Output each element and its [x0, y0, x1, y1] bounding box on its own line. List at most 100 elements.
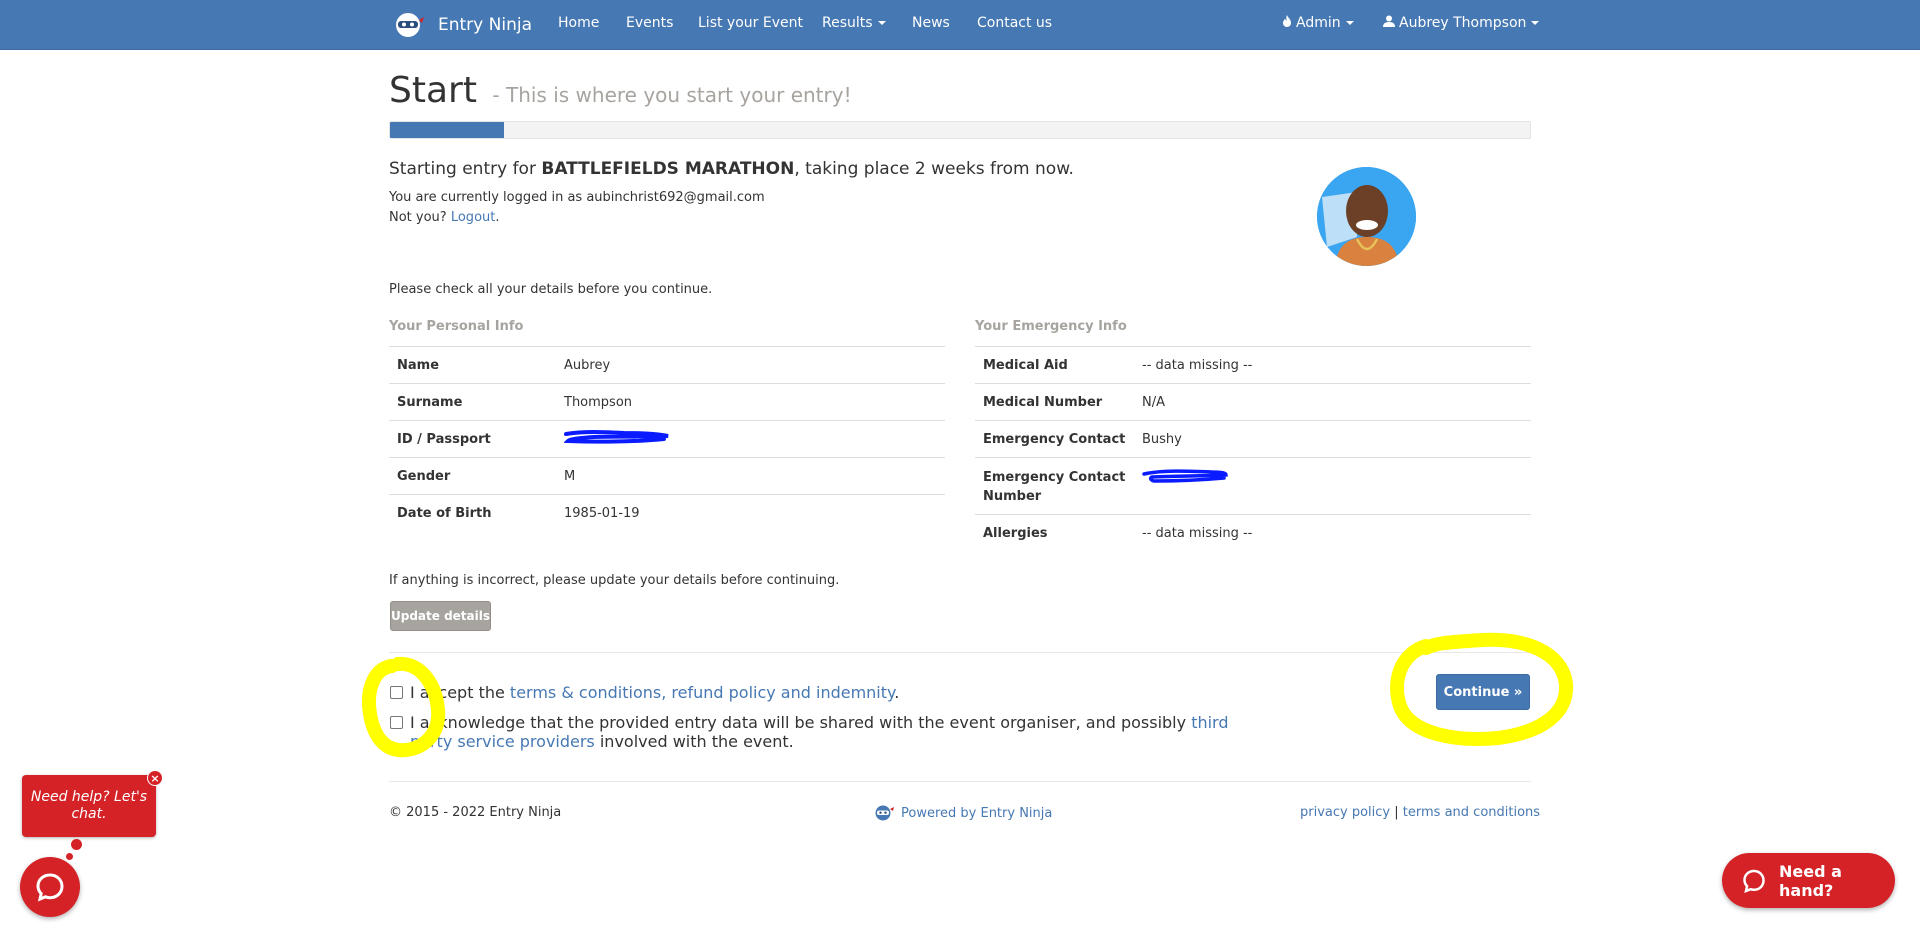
bubble-tail-dot — [71, 839, 82, 850]
ack-suffix: involved with the event. — [599, 732, 794, 751]
row-value: N/A — [1142, 394, 1165, 410]
row-label: Medical Number — [983, 394, 1103, 410]
update-note: If anything is incorrect, please update … — [389, 573, 840, 588]
avatar — [1317, 167, 1416, 266]
navbar: Entry Ninja Home Events List your Event … — [0, 0, 1920, 50]
personal-info-heading: Your Personal Info — [389, 319, 524, 334]
redaction-scribble — [563, 430, 670, 444]
table-row: Name Aubrey — [389, 347, 945, 384]
intro-text: Starting entry for BATTLEFIELDS MARATHON… — [389, 159, 1074, 179]
admin-label: Admin — [1296, 15, 1341, 31]
nav-results-label: Results — [822, 15, 873, 31]
personal-info-table: Name Aubrey Surname Thompson ID / Passpo… — [389, 346, 945, 532]
copyright: © 2015 - 2022 Entry Ninja — [389, 805, 562, 820]
need-a-hand-button[interactable]: Need a hand? — [1722, 853, 1895, 908]
table-row: Allergies -- data missing -- — [975, 515, 1531, 552]
row-value: Aubrey — [564, 357, 611, 373]
chat-icon — [1742, 869, 1766, 893]
chat-launcher-button[interactable] — [20, 857, 80, 917]
navbar-inner: Entry Ninja Home Events List your Event … — [389, 0, 1540, 50]
row-label: Date of Birth — [397, 506, 492, 521]
row-value: Bushy — [1142, 431, 1182, 447]
third-party-link[interactable]: third — [1191, 713, 1228, 732]
close-icon[interactable]: × — [147, 770, 163, 786]
ack-prefix: I acknowledge that the provided entry da… — [410, 713, 1187, 732]
footer-separator: | — [1394, 805, 1399, 820]
logout-period: . — [495, 210, 500, 225]
progress-track — [389, 121, 1531, 139]
table-row: Date of Birth 1985-01-19 — [389, 495, 945, 532]
accept-terms-text: I accept the terms & conditions, refund … — [410, 683, 899, 702]
acknowledge-checkbox[interactable] — [390, 716, 403, 729]
nav-contact-us[interactable]: Contact us — [977, 15, 1052, 31]
table-row: Emergency Contact Number — [975, 458, 1531, 515]
accept-suffix: . — [894, 683, 900, 702]
privacy-policy-link[interactable]: privacy policy — [1300, 805, 1390, 820]
terms-conditions-link[interactable]: terms and conditions — [1403, 805, 1540, 820]
progress-bar — [390, 122, 504, 138]
logged-in-text: You are currently logged in as aubinchri… — [389, 190, 765, 205]
chat-prompt-bubble[interactable]: Need help? Let's chat. — [22, 775, 156, 837]
event-name: BATTLEFIELDS MARATHON — [541, 159, 795, 179]
chat-icon — [36, 873, 64, 902]
row-value: -- data missing -- — [1142, 526, 1253, 541]
logout-link[interactable]: Logout — [451, 210, 496, 225]
user-label: Aubrey Thompson — [1399, 15, 1527, 31]
row-label: Emergency Contact Number — [983, 470, 1126, 504]
page-title-text: Start — [389, 70, 477, 111]
powered-by[interactable]: Powered by Entry Ninja — [875, 805, 1052, 821]
footer-divider — [389, 781, 1531, 782]
table-row: Surname Thompson — [389, 384, 945, 421]
acknowledge-text: I acknowledge that the provided entry da… — [410, 713, 1229, 751]
redaction-scribble — [1142, 468, 1228, 483]
user-icon — [1383, 15, 1395, 31]
row-label: Emergency Contact — [983, 431, 1126, 447]
accept-terms-checkbox[interactable] — [390, 686, 403, 699]
powered-by-link[interactable]: Powered by Entry Ninja — [901, 806, 1052, 821]
row-value — [1142, 468, 1228, 488]
nav-news[interactable]: News — [912, 15, 950, 31]
nav-events[interactable]: Events — [626, 15, 673, 31]
divider — [389, 652, 1531, 653]
not-you-line: Not you? Logout. — [389, 210, 500, 225]
brand-link[interactable]: Entry Ninja — [395, 12, 532, 38]
row-label: Gender — [397, 468, 451, 484]
emergency-info-table: Medical Aid -- data missing -- Medical N… — [975, 346, 1531, 552]
continue-button[interactable]: Continue » — [1436, 674, 1530, 710]
table-row: ID / Passport — [389, 421, 945, 458]
brand-name: Entry Ninja — [438, 15, 532, 35]
chevron-down-icon — [1345, 21, 1354, 25]
nav-results[interactable]: Results — [822, 15, 886, 31]
nav-list-your-event[interactable]: List your Event — [698, 15, 803, 31]
table-row: Medical Number N/A — [975, 384, 1531, 421]
row-value: 1985-01-19 — [564, 506, 640, 521]
need-a-hand-label: Need a hand? — [1779, 861, 1842, 900]
row-label: ID / Passport — [397, 431, 491, 447]
chevron-down-icon — [1531, 21, 1540, 25]
user-menu[interactable]: Aubrey Thompson — [1383, 15, 1540, 31]
table-row: Medical Aid -- data missing -- — [975, 347, 1531, 384]
row-value: M — [564, 468, 576, 484]
ninja-logo-icon — [395, 12, 425, 38]
row-label: Name — [397, 357, 440, 373]
page-subtitle: - This is where you start your entry! — [492, 83, 852, 107]
table-row: Gender M — [389, 458, 945, 495]
update-details-button[interactable]: Update details — [390, 601, 491, 631]
fire-icon — [1282, 15, 1292, 31]
row-value: Thompson — [564, 394, 633, 410]
admin-menu[interactable]: Admin — [1282, 15, 1354, 31]
ninja-logo-icon — [875, 805, 895, 821]
row-value: -- data missing -- — [1142, 357, 1253, 373]
bubble-tail-dot — [66, 853, 73, 860]
nav-home[interactable]: Home — [558, 15, 599, 31]
row-label: Surname — [397, 394, 463, 410]
terms-link[interactable]: terms & conditions, refund policy and in… — [510, 683, 894, 702]
chevron-down-icon — [877, 21, 886, 25]
page-title: Start - This is where you start your ent… — [389, 70, 852, 111]
intro-prefix: Starting entry for — [389, 159, 536, 179]
check-note: Please check all your details before you… — [389, 282, 713, 297]
third-party-link-cont[interactable]: party service providers — [410, 732, 595, 751]
row-label: Allergies — [983, 526, 1048, 541]
row-value — [563, 430, 670, 448]
footer-links: privacy policy | terms and conditions — [1300, 805, 1540, 820]
